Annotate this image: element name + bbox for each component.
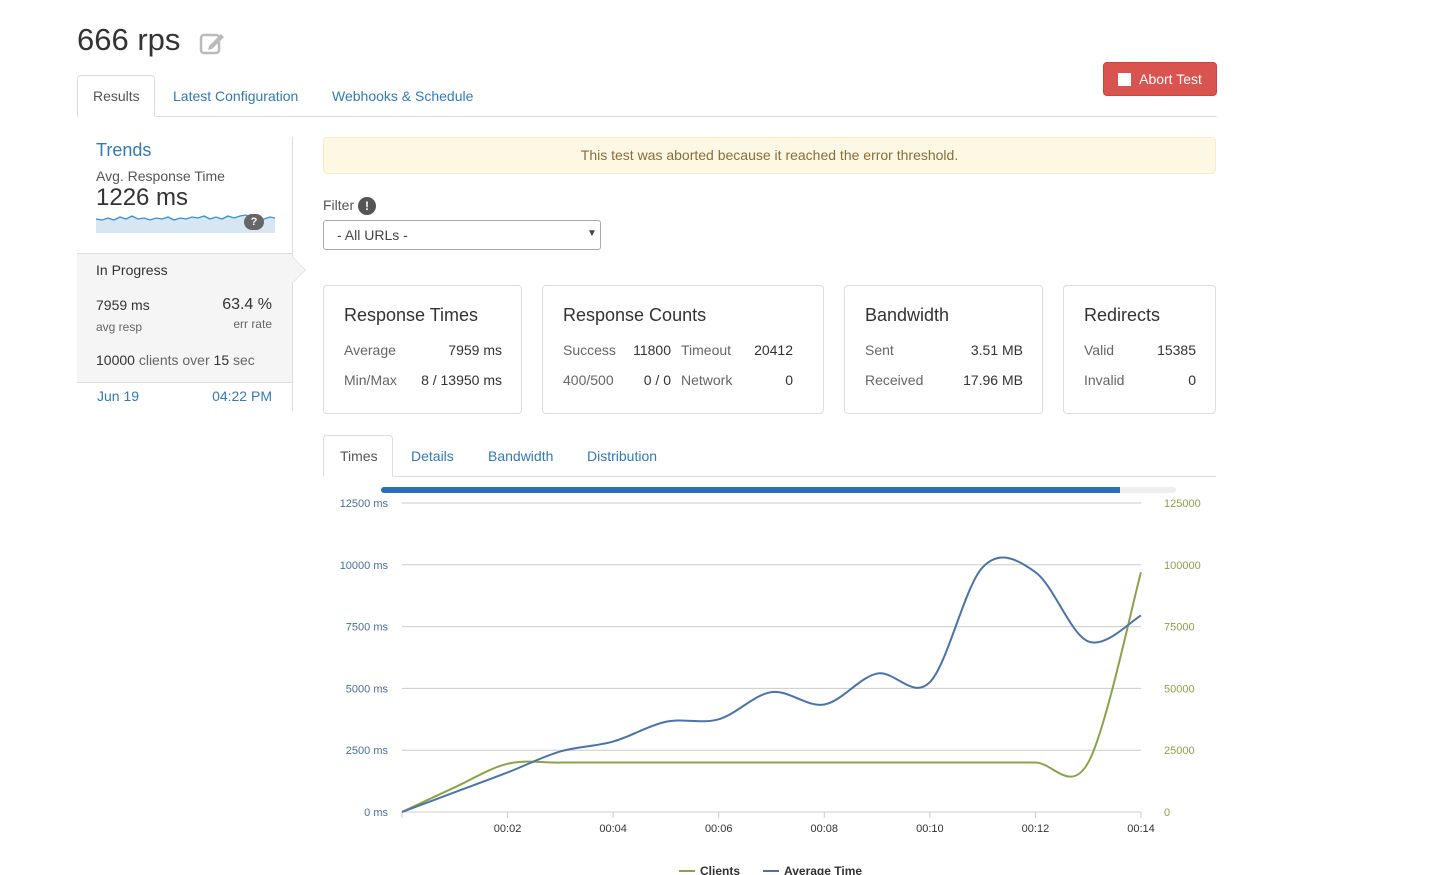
legend-label-1: Average Time bbox=[784, 864, 862, 875]
selected-arrow-inner bbox=[292, 257, 305, 283]
y-right-tick-label: 25000 bbox=[1164, 745, 1195, 757]
edit-icon[interactable] bbox=[199, 30, 225, 56]
y-left-tick-label: 5000 ms bbox=[346, 683, 389, 695]
y-right-tick-label: 100000 bbox=[1164, 560, 1201, 572]
response-counts-panel: Response Counts Success 11800 Timeout 20… bbox=[542, 285, 824, 414]
response-times-chart: 0 ms 0 2500 ms 25000 5000 ms 50000 7500 ms 7500… bbox=[340, 498, 1201, 875]
network-label: Network bbox=[681, 372, 733, 388]
tab-webhooks-schedule[interactable]: Webhooks & Schedule bbox=[317, 75, 488, 116]
tab-distribution-label: Distribution bbox=[587, 447, 658, 464]
average-value: 7959 ms bbox=[448, 342, 502, 358]
timeout-value: 20412 bbox=[754, 342, 793, 358]
panel-title: Bandwidth bbox=[865, 305, 950, 325]
y-right-tick-label: 125000 bbox=[1164, 498, 1201, 510]
tab-latest-configuration[interactable]: Latest Configuration bbox=[158, 75, 313, 116]
redirects-panel: Redirects Valid 15385 Invalid 0 bbox=[1063, 285, 1216, 414]
avg-resp-value: 7959 ms bbox=[96, 297, 150, 313]
response-times-panel: Response Times Average 7959 ms Min/Max 8… bbox=[323, 285, 522, 414]
err-rate-value: 63.4 % bbox=[222, 296, 272, 313]
network-value: 0 bbox=[785, 372, 793, 388]
y-left-tick-label: 12500 ms bbox=[340, 498, 389, 510]
tab-results-label: Results bbox=[93, 88, 140, 104]
success-value: 11800 bbox=[633, 342, 671, 358]
x-tick-label: 00:04 bbox=[599, 823, 627, 835]
tabs-divider bbox=[77, 116, 1217, 117]
received-label: Received bbox=[865, 372, 924, 388]
sent-value: 3.51 MB bbox=[970, 342, 1023, 358]
page-title: 666 rps bbox=[77, 22, 181, 57]
tab-results[interactable]: Results bbox=[77, 75, 155, 117]
test-time[interactable]: 04:22 PM bbox=[200, 388, 272, 404]
valid-label: Valid bbox=[1084, 342, 1115, 358]
y-left-tick-label: 2500 ms bbox=[346, 745, 389, 757]
x-tick-label: 00:08 bbox=[811, 823, 839, 835]
minmax-label: Min/Max bbox=[344, 372, 397, 388]
invalid-value: 0 bbox=[1188, 372, 1196, 388]
valid-value: 15385 bbox=[1157, 342, 1196, 358]
url-filter-select[interactable]: - All URLs - bbox=[323, 220, 601, 250]
y-right-tick-label: 50000 bbox=[1164, 683, 1195, 695]
clients-count: 10000 bbox=[96, 352, 135, 368]
trends-title[interactable]: Trends bbox=[96, 140, 151, 161]
bandwidth-panel: Bandwidth Sent 3.51 MB Received 17.96 MB bbox=[844, 285, 1043, 414]
y-left-tick-label: 7500 ms bbox=[346, 622, 389, 634]
filter-label: Filter bbox=[323, 197, 355, 213]
panel-title: Response Times bbox=[344, 305, 479, 325]
clients-summary: 10000 clients over 15 sec bbox=[96, 352, 255, 368]
y-right-tick-label: 75000 bbox=[1164, 622, 1195, 634]
y-right-tick-label: 0 bbox=[1164, 807, 1170, 819]
y-left-tick-label: 0 ms bbox=[364, 807, 388, 819]
y-left-tick-label: 10000 ms bbox=[340, 560, 389, 572]
avg-response-value: 1226 ms bbox=[96, 184, 189, 211]
tab-bandwidth[interactable]: Bandwidth bbox=[472, 435, 569, 476]
timeout-label: Timeout bbox=[681, 342, 732, 358]
abort-test-label: Abort Test bbox=[1139, 71, 1202, 87]
panel-title: Redirects bbox=[1084, 305, 1161, 325]
sent-label: Sent bbox=[865, 342, 894, 358]
tab-distribution[interactable]: Distribution bbox=[571, 435, 673, 476]
x-tick-label: 00:06 bbox=[705, 823, 733, 835]
tab-bandwidth-label: Bandwidth bbox=[488, 447, 554, 464]
test-date[interactable]: Jun 19 bbox=[97, 388, 139, 404]
invalid-label: Invalid bbox=[1084, 372, 1125, 388]
tab-times[interactable]: Times bbox=[323, 435, 393, 477]
err-rate-label: err rate bbox=[233, 317, 272, 331]
x-tick-label: 00:02 bbox=[494, 823, 522, 835]
errors-4xx5xx-value: 0 / 0 bbox=[643, 372, 671, 388]
chevron-down-icon: ▼ bbox=[587, 228, 597, 239]
minmax-value: 8 / 13950 ms bbox=[421, 372, 502, 388]
errors-4xx5xx-label: 400/500 bbox=[563, 372, 614, 388]
abort-alert: This test was aborted because it reached… bbox=[323, 137, 1216, 174]
clients-mid: clients over bbox=[138, 352, 210, 368]
chart-tabs-divider bbox=[323, 476, 1216, 477]
series-line-1 bbox=[401, 556, 1142, 813]
help-icon[interactable]: ? bbox=[244, 214, 264, 230]
stop-icon bbox=[1118, 72, 1132, 86]
clients-unit: sec bbox=[233, 352, 255, 368]
abort-test-button[interactable]: Abort Test bbox=[1103, 62, 1217, 96]
tab-webhooks-schedule-label: Webhooks & Schedule bbox=[332, 87, 474, 104]
x-tick-label: 00:10 bbox=[916, 823, 944, 835]
legend-label-0: Clients bbox=[700, 864, 740, 875]
received-value: 17.96 MB bbox=[963, 372, 1023, 388]
x-tick-label: 00:12 bbox=[1022, 823, 1050, 835]
filter-help-icon[interactable]: ! bbox=[358, 197, 376, 215]
x-tick-label: 00:14 bbox=[1127, 823, 1155, 835]
tab-latest-configuration-label: Latest Configuration bbox=[173, 87, 299, 104]
panel-title: Response Counts bbox=[563, 305, 707, 325]
average-label: Average bbox=[344, 342, 396, 358]
tab-details-label: Details bbox=[411, 447, 454, 464]
tab-details[interactable]: Details bbox=[395, 435, 470, 476]
avg-resp-label: avg resp bbox=[96, 320, 143, 334]
status-label: In Progress bbox=[96, 262, 168, 278]
success-label: Success bbox=[563, 342, 616, 358]
tab-times-label: Times bbox=[340, 448, 378, 464]
avg-response-label: Avg. Response Time bbox=[96, 168, 225, 184]
clients-duration: 15 bbox=[213, 352, 230, 368]
